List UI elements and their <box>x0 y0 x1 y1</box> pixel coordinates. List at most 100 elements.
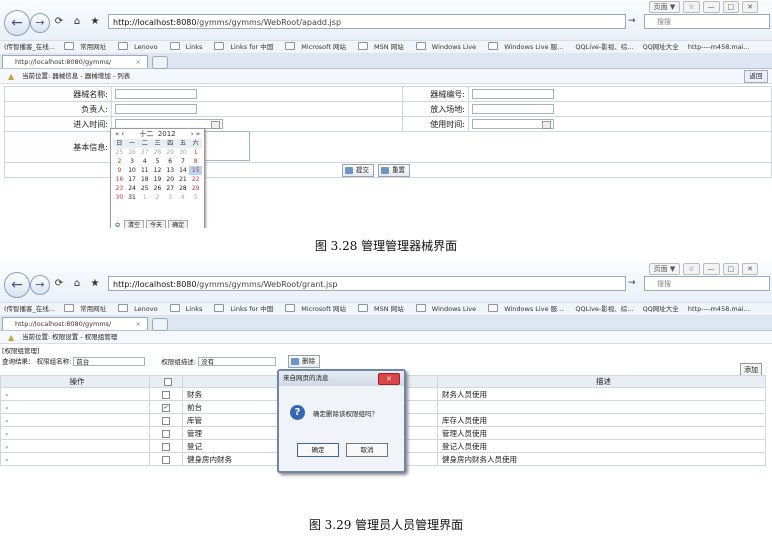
favorite-item[interactable]: MSN 网站 <box>358 42 407 51</box>
calendar-day[interactable]: 27 <box>164 184 177 193</box>
calendar-day[interactable]: 23 <box>113 184 126 193</box>
home-icon[interactable]: ⌂ <box>70 15 84 29</box>
row-action-cell[interactable]: » <box>0 400 150 414</box>
back-button[interactable]: 返回 <box>744 70 768 83</box>
calendar-day[interactable]: 12 <box>151 166 164 175</box>
calendar-day[interactable]: 19 <box>151 175 164 184</box>
calendar-day[interactable]: 7 <box>177 157 190 166</box>
expand-icon[interactable]: » <box>5 431 9 438</box>
calendar-year[interactable]: 2012 <box>158 130 176 138</box>
favorite-item[interactable]: MSN 网站 <box>358 304 407 313</box>
home-icon[interactable]: ⌂ <box>70 277 84 291</box>
favorite-item[interactable]: Links for 中国 <box>214 42 276 51</box>
owner-input[interactable] <box>115 104 197 114</box>
calendar-day[interactable]: 18 <box>138 175 151 184</box>
favorite-item[interactable]: Links <box>169 304 206 313</box>
expand-icon[interactable]: » <box>5 392 9 399</box>
star-icon[interactable]: ★ <box>88 15 102 29</box>
calendar-day[interactable]: 4 <box>138 157 151 166</box>
select-all-checkbox[interactable] <box>164 378 172 386</box>
search-input[interactable]: 搜搜 <box>644 14 770 29</box>
favorite-item[interactable]: Windows Live <box>415 42 479 51</box>
calendar-day[interactable]: 25 <box>138 184 151 193</box>
forward-arrow-icon[interactable]: → <box>30 13 50 33</box>
calendar-day[interactable]: 1 <box>189 148 202 157</box>
forward-arrow-icon[interactable]: → <box>30 275 50 295</box>
close-window-button[interactable]: ✕ <box>742 263 758 275</box>
favorite-item[interactable]: QQ网址大全 <box>643 43 679 51</box>
row-action-cell[interactable]: » <box>0 387 150 401</box>
prev-year-month-icon[interactable]: « ‹ <box>115 129 124 139</box>
calendar-day[interactable]: 30 <box>113 193 126 202</box>
row-checkbox[interactable] <box>162 455 170 464</box>
new-tab-button[interactable] <box>152 318 168 331</box>
dialog-cancel-button[interactable]: 取消 <box>346 443 388 457</box>
close-tab-icon[interactable]: × <box>136 318 141 331</box>
minimize-button[interactable]: — <box>702 1 720 13</box>
calendar-day[interactable]: 24 <box>126 184 139 193</box>
calendar-day[interactable]: 26 <box>151 184 164 193</box>
row-action-cell[interactable]: » <box>0 413 150 427</box>
calendar-clear-button[interactable]: 清空 <box>124 220 145 228</box>
browser-tab[interactable]: http://localhost:8080/gymms/ × <box>2 55 148 68</box>
calendar-day[interactable]: 29 <box>164 148 177 157</box>
group-desc-input[interactable]: 没有 <box>198 357 277 366</box>
maximize-button[interactable]: □ <box>722 263 740 275</box>
calendar-day[interactable]: 2 <box>113 157 126 166</box>
calendar-ok-button[interactable]: 确定 <box>168 220 189 228</box>
favorite-item[interactable]: QQLive-影视、综... <box>575 305 633 313</box>
calendar-day[interactable]: 14 <box>177 166 190 175</box>
favorite-item[interactable]: Microsoft 网站 <box>285 42 349 51</box>
calendar-day[interactable]: 11 <box>138 166 151 175</box>
expand-icon[interactable]: » <box>5 418 9 425</box>
favorite-item[interactable]: Microsoft 网站 <box>285 304 349 313</box>
calendar-day[interactable]: 28 <box>177 184 190 193</box>
favorite-item[interactable]: QQ网址大全 <box>643 305 679 313</box>
calendar-day[interactable]: 13 <box>164 166 177 175</box>
favorite-item[interactable]: http----m458.mai... <box>688 305 750 313</box>
calendar-day[interactable]: 20 <box>164 175 177 184</box>
favorite-item[interactable]: (传智播客_在线... <box>4 305 55 313</box>
expand-icon[interactable]: » <box>5 444 9 451</box>
favorite-item[interactable]: (传智播客_在线... <box>4 43 55 51</box>
row-checkbox[interactable]: ✓ <box>162 403 170 412</box>
calendar-day[interactable]: 22 <box>189 175 202 184</box>
refresh-icon[interactable]: ⟳ <box>52 277 66 291</box>
calendar-day[interactable]: 28 <box>151 148 164 157</box>
calendar-icon[interactable] <box>211 121 220 129</box>
calendar-day[interactable]: 25 <box>113 148 126 157</box>
use-time-input[interactable] <box>472 119 554 129</box>
place-input[interactable] <box>472 104 554 114</box>
new-tab-button[interactable] <box>152 56 168 69</box>
row-checkbox[interactable] <box>162 429 170 438</box>
favorite-item[interactable]: Lenovo <box>118 304 160 313</box>
search-input[interactable]: 搜搜 <box>644 276 770 291</box>
favorite-item[interactable]: Windows Live 服... <box>488 304 566 313</box>
address-bar[interactable]: http://localhost:8080/gymms/gymms/WebRoo… <box>108 276 626 291</box>
row-checkbox[interactable] <box>162 416 170 425</box>
calendar-icon[interactable] <box>542 121 551 129</box>
expand-icon[interactable]: » <box>5 405 9 412</box>
favorite-star-button[interactable]: ☆ <box>683 1 700 13</box>
minimize-button[interactable]: — <box>702 263 720 275</box>
calendar-day[interactable]: 30 <box>177 148 190 157</box>
dialog-close-icon[interactable]: ✕ <box>378 373 400 385</box>
favorite-star-button[interactable]: ☆ <box>683 263 700 275</box>
favorite-item[interactable]: Lenovo <box>118 42 160 51</box>
calendar-day[interactable]: 15 <box>189 166 202 175</box>
calendar-refresh-icon[interactable]: ✪ <box>113 221 122 228</box>
refresh-icon[interactable]: ⟳ <box>52 15 66 29</box>
back-arrow-icon[interactable]: ← <box>4 10 30 36</box>
calendar-day[interactable]: 17 <box>126 175 139 184</box>
row-checkbox[interactable] <box>162 442 170 451</box>
calendar-day[interactable]: 3 <box>164 193 177 202</box>
maximize-button[interactable]: □ <box>722 1 740 13</box>
expand-icon[interactable]: » <box>5 457 9 464</box>
calendar-day[interactable]: 1 <box>138 193 151 202</box>
favorite-item[interactable]: Windows Live <box>415 304 479 313</box>
calendar-day[interactable]: 5 <box>189 193 202 202</box>
page-menu-button[interactable]: 页面 ▼ <box>648 263 681 275</box>
favorite-item[interactable]: QQLive-影视、综... <box>575 43 633 51</box>
favorite-item[interactable]: Windows Live 服... <box>488 42 566 51</box>
star-icon[interactable]: ★ <box>88 277 102 291</box>
